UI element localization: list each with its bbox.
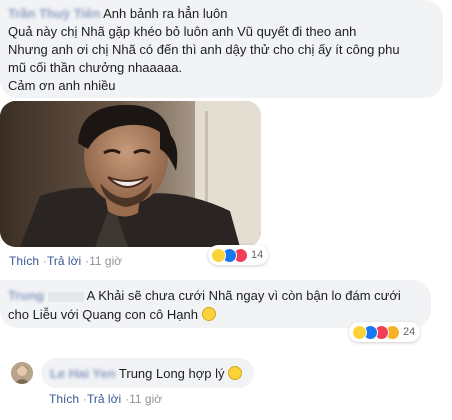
comment-text-line-4: mũ cối thần chưởng nhaaaaa.	[8, 60, 183, 75]
reply-link[interactable]: Trả lời	[87, 392, 121, 406]
comment-time[interactable]: 11 giờ	[89, 254, 122, 268]
reaction-count: 24	[403, 326, 416, 338]
reaction-summary-1[interactable]: 14	[208, 245, 269, 265]
comment-text-line-2: cho Liễu với Quang con cô Hạnh	[8, 307, 198, 322]
comment-line-2: cho Liễu với Quang con cô Hạnh	[8, 306, 216, 323]
comment-text-line-1: Anh bảnh ra hẳn luôn	[103, 6, 228, 21]
reply-author[interactable]: Le Hai Yen	[50, 366, 116, 381]
comment-text-line-5: Cảm ơn anh nhiều	[8, 78, 116, 93]
man-laughing-photo	[0, 101, 261, 247]
comment-text-line-3: Nhưng anh ơi chị Nhã có đến thì anh dậy …	[8, 42, 400, 57]
comment-line-1: Trung A Khải sẽ chưa cưới Nhã ngay vì cò…	[8, 287, 401, 304]
reply-link[interactable]: Trả lời	[47, 254, 81, 268]
comment-photo[interactable]	[0, 101, 261, 247]
haha-icon	[211, 247, 226, 263]
avatar-photo	[11, 362, 33, 384]
comment-author-1[interactable]: Trần Thuỳ Tiên	[8, 6, 100, 21]
grin-emoji-icon	[228, 366, 243, 380]
reply-time[interactable]: 11 giờ	[129, 392, 162, 406]
reaction-count: 14	[251, 249, 264, 261]
blurred-name	[47, 291, 84, 302]
like-link[interactable]: Thích	[9, 254, 39, 268]
like-link[interactable]: Thích	[49, 392, 79, 406]
avatar[interactable]	[11, 362, 33, 384]
reaction-summary-2[interactable]: 24	[349, 322, 421, 342]
comment-author-2[interactable]: Trung	[8, 288, 44, 303]
comment-bubble-1: Trần Thuỳ Tiên Anh bảnh ra hẳn luôn Quả …	[0, 0, 443, 98]
comment-actions-1: Thích ·Trả lời ·11 giờ	[9, 254, 122, 268]
comment-line-1: Trần Thuỳ Tiên Anh bảnh ra hẳn luôn	[8, 5, 227, 22]
smile-emoji-icon	[201, 307, 216, 321]
comment-bubble-2: Trung A Khải sẽ chưa cưới Nhã ngay vì cò…	[0, 280, 431, 328]
comment-text-line-1: A Khải sẽ chưa cưới Nhã ngay vì còn bận …	[86, 288, 401, 303]
reply-actions: Thích ·Trả lời ·11 giờ	[49, 392, 162, 406]
reply-text: Trung Long hợp lý	[118, 366, 225, 381]
reply-line: Le Hai Yen Trung Long hợp lý	[50, 365, 243, 382]
haha-icon	[352, 324, 367, 340]
reply-bubble: Le Hai Yen Trung Long hợp lý	[41, 358, 254, 388]
comment-text-line-2: Quả này chị Nhã gặp khéo bỏ luôn anh Vũ …	[8, 24, 357, 39]
